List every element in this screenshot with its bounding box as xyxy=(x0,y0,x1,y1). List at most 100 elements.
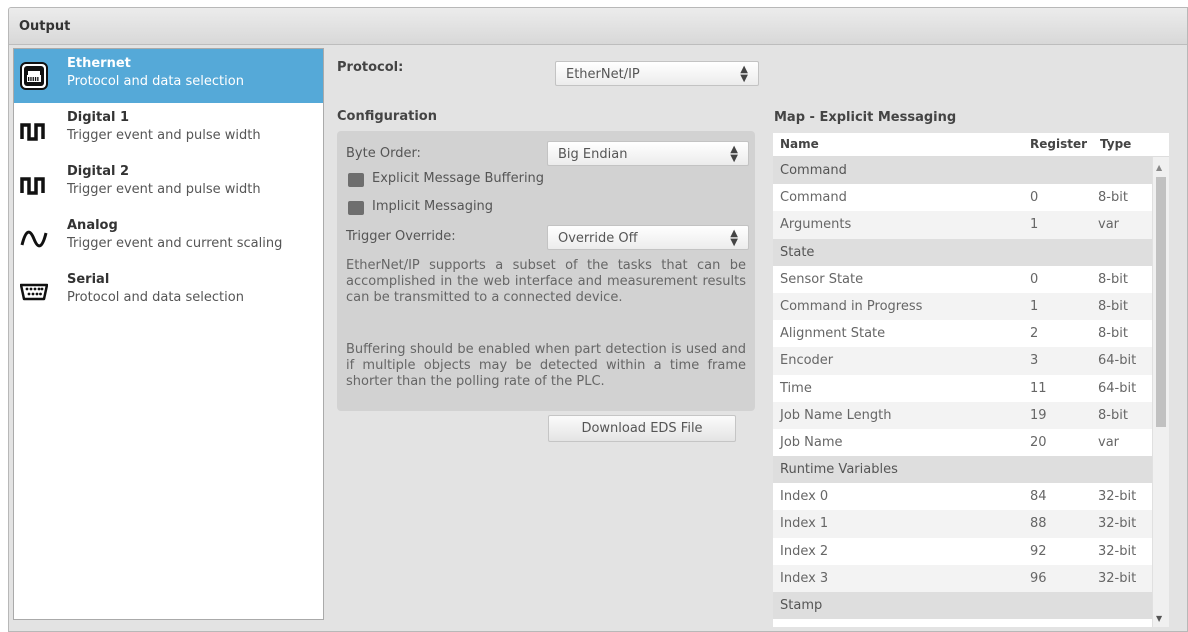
cell-name: Alignment State xyxy=(780,326,886,342)
table-row[interactable]: Alignment State 2 8-bit xyxy=(773,320,1169,347)
map-table: Name Register Type Command Command 0 8-bit A… xyxy=(773,133,1169,627)
select-arrows-icon: ▲ ▼ xyxy=(740,64,748,84)
cell-register: 2 xyxy=(1030,326,1039,342)
pulse-wave-icon xyxy=(20,177,45,195)
configuration-box: Byte Order: Big Endian ▲ ▼ Explicit Messa… xyxy=(337,131,755,411)
cell-register: 3 xyxy=(1030,353,1039,369)
cell-type: 64-bit xyxy=(1098,353,1137,369)
cell-type: 32-bit xyxy=(1098,516,1137,532)
cell-type: var xyxy=(1098,434,1120,450)
cell-register: 96 xyxy=(1030,570,1047,586)
table-row[interactable]: Index 0 84 32-bit xyxy=(773,483,1169,510)
table-group-row: Command xyxy=(773,157,1169,185)
scroll-up-icon[interactable]: ▲ xyxy=(1156,163,1162,172)
sidebar-item-ethernet[interactable]: Ethernet Protocol and data selection xyxy=(14,49,323,103)
cell-type: 8-bit xyxy=(1098,298,1128,314)
sidebar-item-analog[interactable]: Analog Trigger event and current scaling xyxy=(14,211,323,265)
cell-name: Sensor State xyxy=(780,271,864,287)
sidebar-item-subtitle: Trigger event and current scaling xyxy=(67,236,283,251)
table-row[interactable]: Command 0 8-bit xyxy=(773,184,1169,211)
sidebar-item-subtitle: Protocol and data selection xyxy=(67,290,244,305)
explicit-buffering-checkbox[interactable] xyxy=(348,173,364,187)
sidebar-item-subtitle: Protocol and data selection xyxy=(67,74,244,89)
cell-name: Time xyxy=(780,380,812,396)
sidebar-item-title: Digital 2 xyxy=(67,164,130,179)
protocol-select[interactable]: EtherNet/IP ▲ ▼ xyxy=(555,61,759,86)
trigger-override-select[interactable]: Override Off ▲ ▼ xyxy=(547,225,749,250)
cell-register: 19 xyxy=(1030,407,1047,423)
cell-type: var xyxy=(1098,217,1120,233)
sidebar-item-subtitle: Trigger event and pulse width xyxy=(67,182,261,197)
panel-title: Output xyxy=(9,8,1187,45)
trigger-override-value: Override Off xyxy=(558,231,638,246)
byte-order-select[interactable]: Big Endian ▲ ▼ xyxy=(547,141,749,166)
table-row[interactable]: Index 3 96 32-bit xyxy=(773,564,1169,592)
download-eds-button[interactable]: Download EDS File xyxy=(548,415,736,442)
buffering-description: Buffering should be enabled when part de… xyxy=(346,342,746,389)
table-header: Name Register Type xyxy=(773,133,1169,157)
table-row[interactable]: Index 2 92 32-bit xyxy=(773,538,1169,565)
cell-type: 8-bit xyxy=(1098,271,1128,287)
scroll-down-icon[interactable]: ▼ xyxy=(1156,614,1162,623)
cell-type: 32-bit xyxy=(1098,489,1137,505)
sine-wave-icon xyxy=(20,230,48,248)
sidebar-item-title: Ethernet xyxy=(67,56,131,71)
table-row[interactable]: Time 11 64-bit xyxy=(773,375,1169,402)
cell-type: 8-bit xyxy=(1098,326,1128,342)
table-row[interactable]: Job Name Length 19 8-bit xyxy=(773,401,1169,429)
cell-name: Command xyxy=(780,190,847,206)
group-label: Command xyxy=(780,163,847,178)
byte-order-label: Byte Order: xyxy=(346,146,421,161)
group-label: Runtime Variables xyxy=(780,462,898,478)
pulse-wave-icon xyxy=(20,123,45,141)
scrollbar-thumb[interactable] xyxy=(1156,177,1166,427)
table-row[interactable]: Command in Progress 1 8-bit xyxy=(773,292,1169,321)
cell-type: 32-bit xyxy=(1098,543,1137,559)
table-group-row: Runtime Variables xyxy=(773,456,1169,484)
sidebar-item-subtitle: Trigger event and pulse width xyxy=(67,128,261,143)
cell-type: 8-bit xyxy=(1098,407,1128,423)
trigger-override-label: Trigger Override: xyxy=(346,229,456,244)
cell-register: 84 xyxy=(1030,489,1047,505)
sidebar-item-digital-1[interactable]: Digital 1 Trigger event and pulse width xyxy=(14,103,323,157)
sidebar-item-title: Analog xyxy=(67,218,118,233)
table-scrollbar[interactable]: ▲ ▼ xyxy=(1152,157,1169,627)
explicit-buffering-label: Explicit Message Buffering xyxy=(372,171,545,186)
group-label: State xyxy=(780,244,815,260)
cell-register: 1 xyxy=(1030,217,1039,233)
cell-name: Job Name xyxy=(780,434,843,450)
table-row[interactable]: Encoder 3 64-bit xyxy=(773,347,1169,375)
sidebar-item-serial[interactable]: Serial Protocol and data selection xyxy=(14,265,323,319)
cell-name: Encoder xyxy=(780,353,834,369)
serial-port-icon xyxy=(20,283,48,301)
cell-name: Index 2 xyxy=(780,543,829,559)
cell-register: 92 xyxy=(1030,543,1047,559)
cell-name: Job Name Length xyxy=(780,407,892,423)
table-row[interactable]: Index 1 88 32-bit xyxy=(773,510,1169,538)
cell-register: 0 xyxy=(1030,190,1039,206)
ethernet-port-icon xyxy=(20,62,48,90)
table-group-row: Stamp xyxy=(773,592,1169,620)
cell-name: Command in Progress xyxy=(780,298,923,314)
column-header-type[interactable]: Type xyxy=(1100,137,1131,151)
sidebar-item-digital-2[interactable]: Digital 2 Trigger event and pulse width xyxy=(14,157,323,211)
cell-name: Index 1 xyxy=(780,516,829,532)
cell-register: 1 xyxy=(1030,298,1039,314)
column-header-name[interactable]: Name xyxy=(780,137,819,151)
group-label: Stamp xyxy=(780,598,823,613)
implicit-messaging-label: Implicit Messaging xyxy=(372,199,494,214)
cell-register: 0 xyxy=(1030,271,1039,287)
cell-register: 88 xyxy=(1030,516,1047,532)
cell-name: Index 0 xyxy=(780,489,829,505)
column-header-register[interactable]: Register xyxy=(1030,137,1087,151)
table-row[interactable]: Job Name 20 var xyxy=(773,429,1169,456)
select-arrows-icon: ▲ ▼ xyxy=(730,144,738,164)
cell-type: 32-bit xyxy=(1098,570,1137,586)
cell-type: 8-bit xyxy=(1098,190,1128,206)
table-row[interactable]: Arguments 1 var xyxy=(773,211,1169,239)
implicit-messaging-checkbox[interactable] xyxy=(348,201,364,215)
select-arrows-icon: ▲ ▼ xyxy=(730,228,738,248)
output-sidebar: Ethernet Protocol and data selection Dig… xyxy=(13,48,324,620)
table-row[interactable]: Sensor State 0 8-bit xyxy=(773,266,1169,293)
ethernet-ip-description: EtherNet/IP supports a subset of the tas… xyxy=(346,258,746,305)
